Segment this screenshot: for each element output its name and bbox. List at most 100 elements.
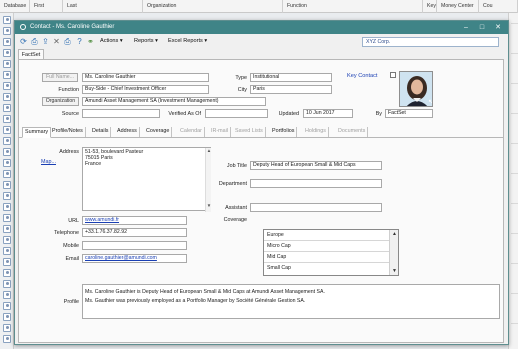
assistant-field[interactable] [250, 203, 382, 212]
contact-row-icon[interactable] [3, 170, 11, 178]
contact-row-icon[interactable] [3, 82, 11, 90]
contact-row-icon[interactable] [3, 280, 11, 288]
updated-field[interactable]: 10 Jun 2017 [303, 109, 353, 118]
title-bar[interactable]: Contact - Ms. Caroline Gauthier – □ ✕ [15, 21, 508, 34]
coverage-list[interactable]: Europe Micro Cap Mid Cap Small Cap ▲ ▼ [263, 229, 399, 276]
contact-row-icon[interactable] [3, 148, 11, 156]
map-link[interactable]: Map... [41, 159, 61, 165]
contact-row-icon[interactable] [3, 115, 11, 123]
coverage-item[interactable]: Mid Cap [264, 252, 389, 263]
url-field[interactable]: www.amundi.fr [82, 216, 187, 225]
subtab-calendar[interactable]: Calendar [178, 127, 205, 137]
full-name-button[interactable]: Full Name... [42, 73, 78, 82]
contact-row-icon[interactable] [3, 247, 11, 255]
contact-row-icon[interactable] [3, 16, 11, 24]
column-header-money-center[interactable]: Money Center [437, 0, 479, 13]
coverage-scrollbar[interactable]: ▲ ▼ [389, 230, 398, 275]
subtab-portfolios[interactable]: Portfolios [270, 127, 298, 137]
grid-cell-divider [511, 233, 518, 234]
contact-row-icon[interactable] [3, 302, 11, 310]
contact-row-icon[interactable] [3, 203, 11, 211]
contact-row-icon[interactable] [3, 236, 11, 244]
contact-row-icon[interactable] [3, 225, 11, 233]
organization-button[interactable]: Organization [42, 97, 79, 106]
close-button[interactable]: ✕ [491, 22, 505, 33]
subtab-holdings[interactable]: Holdings [303, 127, 329, 137]
save-icon[interactable]: ⎙ [30, 37, 39, 46]
city-field[interactable]: Paris [250, 85, 332, 94]
by-field[interactable]: FactSet [385, 109, 433, 118]
subtab-address[interactable]: Address [115, 127, 140, 137]
export-icon[interactable]: ⇪ [41, 37, 50, 46]
contact-row-icon[interactable] [3, 93, 11, 101]
mobile-label: Mobile [63, 243, 79, 249]
contact-row-icon[interactable] [3, 159, 11, 167]
subtab-details[interactable]: Details [90, 127, 112, 137]
contact-row-icon[interactable] [3, 335, 11, 343]
coverage-item[interactable]: Small Cap [264, 263, 389, 274]
excel-reports-menu[interactable]: Excel Reports ▾ [168, 38, 207, 44]
contact-row-icon[interactable] [3, 313, 11, 321]
organization-field[interactable]: Amundi Asset Management SA (Investment M… [82, 97, 266, 106]
contact-row-icon[interactable] [3, 324, 11, 332]
refresh-icon[interactable]: ⟳ [19, 37, 28, 46]
scroll-up-arrow[interactable]: ▲ [206, 148, 212, 153]
contact-row-icon[interactable] [3, 71, 11, 79]
actions-menu[interactable]: Actions ▾ [100, 38, 123, 44]
contact-row-icon[interactable] [3, 258, 11, 266]
maximize-button[interactable]: □ [475, 22, 489, 33]
contact-row-icon[interactable] [3, 181, 11, 189]
grid-cell-divider [511, 53, 518, 54]
subtab-ir-mail[interactable]: IR-mail [209, 127, 232, 137]
minimize-button[interactable]: – [459, 22, 473, 33]
column-header-country[interactable]: Cou [479, 0, 518, 13]
column-header-organization[interactable]: Organization [143, 0, 283, 13]
verified-as-of-field[interactable] [205, 109, 268, 118]
contact-row-icon[interactable] [3, 49, 11, 57]
contact-row-icon[interactable] [3, 214, 11, 222]
full-name-field[interactable]: Ms. Caroline Gauthier [82, 73, 209, 82]
reports-menu[interactable]: Reports ▾ [134, 38, 158, 44]
function-field[interactable]: Buy-Side - Chief Investment Officer [82, 85, 209, 94]
scroll-down-arrow[interactable]: ▼ [390, 267, 399, 275]
column-header-last[interactable]: Last [63, 0, 143, 13]
source-field[interactable] [82, 109, 160, 118]
column-header-function[interactable]: Function [283, 0, 423, 13]
profile-line: Ms. Gauthier was previously employed as … [85, 298, 306, 304]
type-field[interactable]: Institutional [250, 73, 332, 82]
contact-row-icon[interactable] [3, 192, 11, 200]
subtab-documents[interactable]: Documents [336, 127, 369, 137]
telephone-field[interactable]: +33.1.76.37.82.92 [82, 228, 187, 237]
contact-row-icon[interactable] [3, 38, 11, 46]
contact-row-icon[interactable] [3, 269, 11, 277]
profile-field[interactable]: Ms. Caroline Gauthier is Deputy Head of … [82, 284, 500, 319]
job-title-field[interactable]: Deputy Head of European Small & Mid Caps [250, 161, 382, 170]
coverage-item[interactable]: Micro Cap [264, 241, 389, 252]
address-scrollbar[interactable]: ▲ ▼ [205, 148, 211, 212]
email-field[interactable]: caroline.gauthier@amundi.com [82, 254, 187, 263]
key-contact-checkbox[interactable] [390, 72, 396, 78]
department-field[interactable] [250, 179, 382, 188]
coverage-item[interactable]: Europe [264, 230, 389, 241]
help-icon[interactable]: ? [75, 37, 84, 46]
organization-selector[interactable]: XYZ Corp. [362, 37, 499, 47]
address-field[interactable]: 51-53, boulevard Pasteur 75015 Paris Fra… [82, 147, 211, 211]
column-header-key[interactable]: Key [423, 0, 437, 13]
column-header-database[interactable]: Database [0, 0, 30, 13]
print-icon[interactable]: ⎙ [63, 37, 72, 46]
contact-row-icon[interactable] [3, 104, 11, 112]
contact-row-icon[interactable] [3, 126, 11, 134]
contact-row-icon[interactable] [3, 27, 11, 35]
contact-row-icon[interactable] [3, 60, 11, 68]
subtab-coverage[interactable]: Coverage [144, 127, 173, 137]
contact-row-icon[interactable] [3, 137, 11, 145]
link-icon[interactable]: ⚭ [86, 37, 95, 46]
scroll-up-arrow[interactable]: ▲ [390, 230, 399, 238]
contact-row-icon[interactable] [3, 291, 11, 299]
delete-icon[interactable]: ✕ [52, 37, 61, 46]
mobile-field[interactable] [82, 241, 187, 250]
subtab-summary[interactable]: Summary [22, 127, 52, 138]
subtab-saved-lists[interactable]: Saved Lists [233, 127, 266, 137]
column-header-first[interactable]: First [30, 0, 63, 13]
subtab-profile-notes[interactable]: Profile/Notes [50, 127, 86, 137]
